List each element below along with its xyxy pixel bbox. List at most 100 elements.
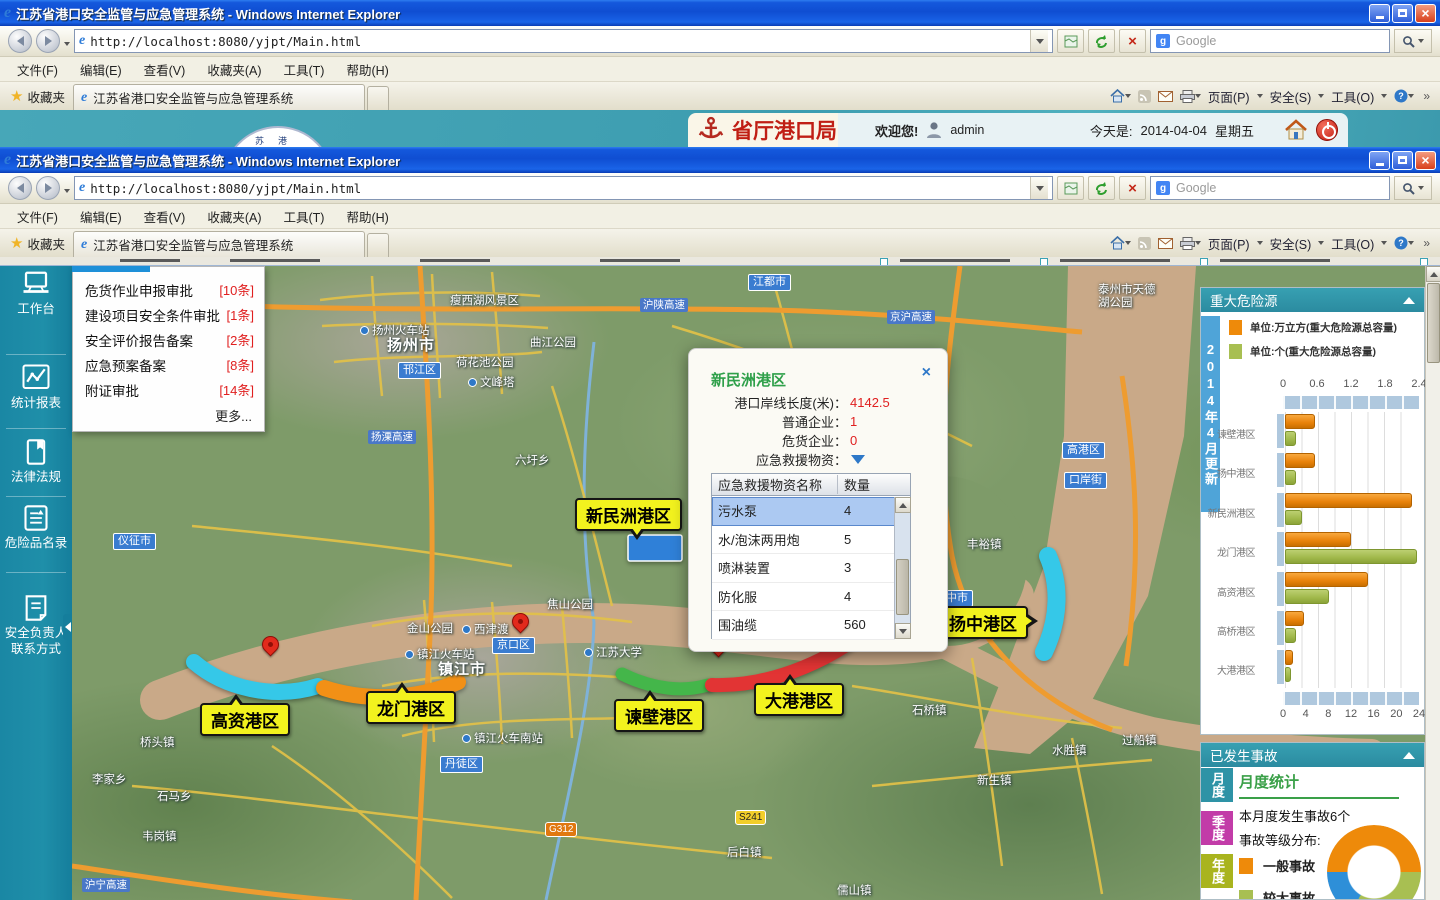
print-button[interactable] (1180, 237, 1201, 250)
collapse-arrow-icon[interactable] (1403, 752, 1415, 759)
table-row[interactable]: 水/泡沫两用炮5 (712, 526, 895, 555)
tools-menu-button[interactable]: 工具(O) (1331, 234, 1374, 253)
close-button[interactable]: × (1415, 4, 1436, 23)
clipped-checkbox[interactable] (880, 258, 888, 266)
menu-view[interactable]: 查看(V) (133, 60, 197, 79)
menu-more-link[interactable]: 更多... (215, 406, 252, 425)
table-row[interactable]: 污水泵4 (712, 497, 895, 526)
menu-file[interactable]: 文件(F) (6, 60, 69, 79)
sidebar-collapse-arrow[interactable] (63, 614, 72, 640)
search-button[interactable] (1394, 176, 1432, 200)
recent-pages-dropdown[interactable] (64, 34, 70, 49)
menu-panel-item[interactable]: 附证审批[14条] (73, 377, 264, 402)
help-button[interactable]: ? (1394, 236, 1414, 250)
restore-button[interactable] (1392, 4, 1413, 23)
minimize-button[interactable] (1369, 151, 1390, 170)
toolbar-overflow-chevron[interactable]: » (1423, 236, 1430, 250)
clipped-checkbox[interactable] (1200, 258, 1208, 266)
port-label-bubble[interactable]: 龙门港区 (366, 691, 456, 724)
hazard-range-band-bottom[interactable] (1283, 692, 1419, 705)
sidebar-item-laws[interactable]: 法律法规 (0, 438, 72, 486)
search-box[interactable]: g Google (1150, 29, 1390, 53)
toolbar-overflow-chevron[interactable]: » (1423, 89, 1430, 103)
minimize-button[interactable] (1369, 4, 1390, 23)
new-tab-stub[interactable] (367, 86, 389, 110)
favorites-button[interactable]: 收藏夹 (27, 87, 65, 106)
menu-panel-item[interactable]: 建设项目安全条件审批[1条] (73, 302, 264, 327)
address-bar[interactable]: e http://localhost:8080/yjpt/Main.html (74, 176, 1053, 200)
home-shortcut-icon[interactable] (1284, 119, 1308, 141)
table-row[interactable]: 防化服4 (712, 583, 895, 612)
tools-menu-button[interactable]: 工具(O) (1331, 87, 1374, 106)
feeds-button[interactable] (1138, 237, 1151, 250)
supplies-expand-arrow[interactable] (851, 455, 865, 464)
address-dropdown[interactable] (1030, 177, 1048, 199)
page-scrollbar[interactable] (1425, 266, 1440, 900)
scroll-thumb[interactable] (896, 559, 909, 615)
url-text[interactable]: http://localhost:8080/yjpt/Main.html (90, 34, 1025, 49)
menu-file[interactable]: 文件(F) (6, 207, 69, 226)
restore-button[interactable] (1392, 151, 1413, 170)
menu-favorites[interactable]: 收藏夹(A) (196, 60, 272, 79)
menu-favorites[interactable]: 收藏夹(A) (196, 207, 272, 226)
menu-panel-item[interactable]: 危货作业申报审批[10条] (73, 277, 264, 302)
url-text[interactable]: http://localhost:8080/yjpt/Main.html (90, 181, 1025, 196)
clipped-checkbox[interactable] (1040, 258, 1048, 266)
read-mail-button[interactable] (1158, 91, 1173, 102)
page-menu-button[interactable]: 页面(P) (1208, 234, 1250, 253)
hazard-range-band-top[interactable] (1283, 396, 1419, 409)
menu-tools[interactable]: 工具(T) (272, 207, 335, 226)
home-button[interactable] (1110, 89, 1131, 103)
home-button[interactable] (1110, 236, 1131, 250)
table-row[interactable]: 围油缆560 (712, 611, 895, 640)
port-label-bubble[interactable]: 扬中港区 (938, 606, 1028, 639)
menu-tools[interactable]: 工具(T) (272, 60, 335, 79)
print-button[interactable] (1180, 90, 1201, 103)
scroll-up-arrow[interactable] (895, 497, 911, 513)
refresh-button[interactable] (1088, 176, 1115, 200)
scroll-up-arrow[interactable] (1426, 266, 1440, 282)
collapse-arrow-icon[interactable] (1403, 297, 1415, 304)
close-button[interactable]: × (1415, 151, 1436, 170)
sidebar-item-workbench[interactable]: 工作台 (0, 270, 72, 318)
back-button[interactable] (8, 29, 32, 53)
accidents-tab-月度[interactable]: 月度 (1201, 768, 1233, 802)
port-label-bubble[interactable]: 谏壁港区 (614, 699, 704, 732)
browser-tab[interactable]: e 江苏省港口安全监管与应急管理系统 (73, 231, 365, 257)
address-dropdown[interactable] (1030, 30, 1048, 52)
port-label-bubble[interactable]: 新民洲港区 (575, 498, 682, 531)
accidents-tab-年度[interactable]: 年度 (1201, 854, 1233, 888)
search-box[interactable]: g Google (1150, 176, 1390, 200)
sidebar-item-statistics[interactable]: 统计报表 (0, 364, 72, 412)
menu-help[interactable]: 帮助(H) (335, 60, 399, 79)
favorites-button[interactable]: 收藏夹 (27, 234, 65, 253)
safety-menu-button[interactable]: 安全(S) (1270, 234, 1312, 253)
back-button[interactable] (8, 176, 32, 200)
clipped-checkbox[interactable] (1420, 258, 1428, 266)
page-menu-button[interactable]: 页面(P) (1208, 87, 1250, 106)
address-bar[interactable]: e http://localhost:8080/yjpt/Main.html (74, 29, 1053, 53)
accidents-tab-季度[interactable]: 季度 (1201, 811, 1233, 845)
menu-panel-item[interactable]: 应急预案备案[8条] (73, 352, 264, 377)
popup-table-scrollbar[interactable] (894, 497, 910, 639)
sidebar-item-hazardous-list[interactable]: 危险品名录 (0, 504, 72, 552)
feeds-button[interactable] (1138, 90, 1151, 103)
new-tab-stub[interactable] (367, 233, 389, 257)
menu-view[interactable]: 查看(V) (133, 207, 197, 226)
read-mail-button[interactable] (1158, 238, 1173, 249)
forward-button[interactable] (36, 176, 60, 200)
search-button[interactable] (1394, 29, 1432, 53)
port-label-bubble[interactable]: 高资港区 (200, 703, 290, 736)
scroll-down-arrow[interactable] (895, 623, 911, 639)
popup-close-button[interactable]: × (922, 365, 931, 381)
logout-power-button[interactable] (1316, 119, 1338, 141)
port-label-bubble[interactable]: 大港港区 (754, 683, 844, 716)
scroll-thumb[interactable] (1427, 283, 1440, 363)
refresh-button[interactable] (1088, 29, 1115, 53)
menu-help[interactable]: 帮助(H) (335, 207, 399, 226)
menu-panel-item[interactable]: 安全评价报告备案[2条] (73, 327, 264, 352)
menu-edit[interactable]: 编辑(E) (69, 207, 133, 226)
compatibility-view-button[interactable] (1057, 29, 1084, 53)
stop-button[interactable]: × (1119, 29, 1146, 53)
forward-button[interactable] (36, 29, 60, 53)
